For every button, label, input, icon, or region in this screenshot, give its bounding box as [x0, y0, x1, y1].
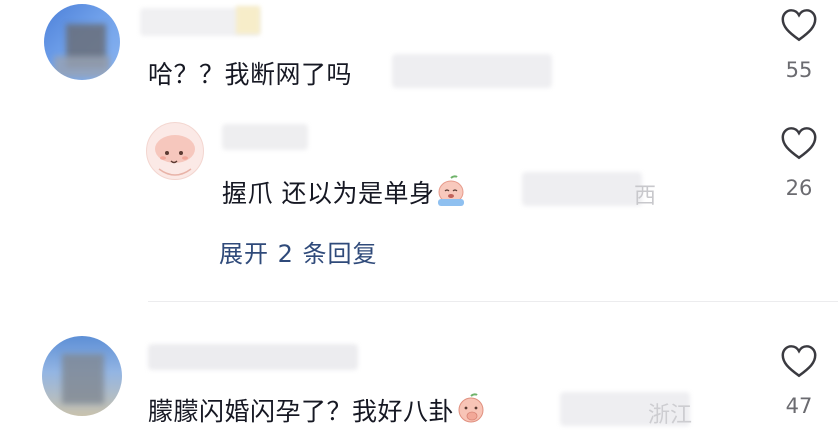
location-fragment: 西: [634, 184, 657, 209]
avatar[interactable]: [146, 122, 204, 180]
comment-text: 朦朦闪婚闪孕了？我好八卦: [148, 392, 488, 428]
peach-hand-over-mouth-emoji: [458, 393, 484, 423]
comment-item: 哈？？我断网了吗 55: [0, 0, 838, 110]
reply-item: 握爪 还以为是单身 西 展开 2 条回复 26: [0, 110, 838, 300]
location-fragment: 浙江: [648, 403, 693, 428]
avatar[interactable]: [42, 336, 122, 416]
comment-item: 朦朦闪婚闪孕了？我好八卦 浙江 47: [0, 302, 838, 436]
location-tag: [522, 172, 642, 206]
location-tag: [392, 54, 552, 88]
comment-text: 握爪 还以为是单身: [222, 174, 468, 210]
heart-outline-icon[interactable]: [780, 126, 818, 160]
heart-outline-icon[interactable]: [780, 8, 818, 42]
expand-replies-button[interactable]: 展开 2 条回复: [219, 234, 378, 269]
comment-text: 哈？？我断网了吗: [148, 60, 353, 89]
like-count: 47: [785, 394, 813, 418]
heart-outline-icon[interactable]: [780, 344, 818, 378]
username[interactable]: [148, 344, 358, 370]
avatar[interactable]: [44, 4, 120, 80]
username[interactable]: [222, 124, 308, 150]
like-count: 26: [785, 176, 813, 200]
like-count: 55: [785, 58, 813, 82]
crying-peach-emoji: [438, 175, 465, 206]
